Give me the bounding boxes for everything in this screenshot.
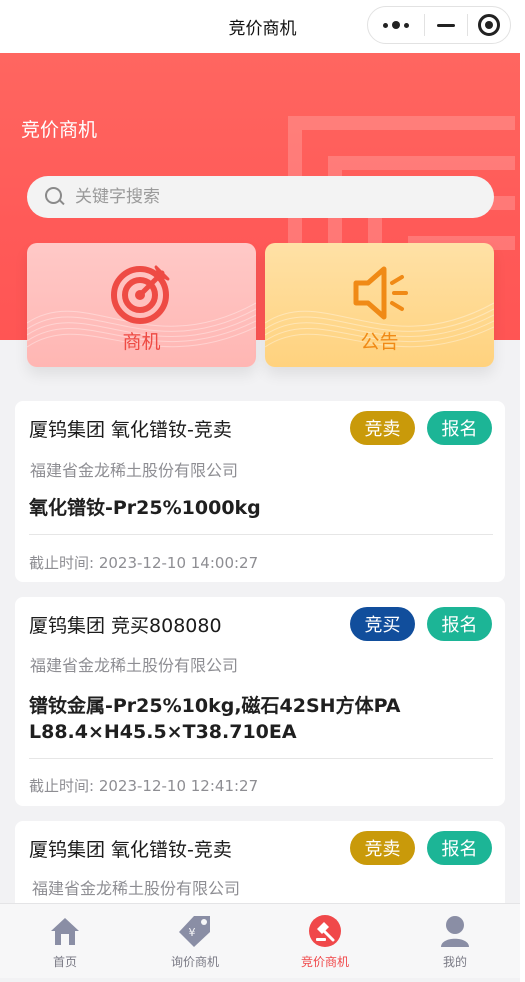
search-bar[interactable] (27, 176, 494, 218)
listing-card[interactable]: 厦钨集团 竞买808080 竞买 报名 福建省金龙稀土股份有限公司 镨钕金属-P… (15, 597, 505, 806)
deadline-text: 截止时间: 2023-12-10 12:41:27 (29, 777, 259, 795)
tab-label: 我的 (442, 955, 467, 969)
home-icon (48, 914, 82, 948)
hero-title: 竞价商机 (21, 119, 98, 141)
bottom-tab-bar: 首页 ¥ 询价商机 竞价商机 我的 (0, 903, 520, 978)
listing-title: 厦钨集团 竞买808080 (29, 615, 222, 637)
signup-button[interactable]: 报名 (427, 607, 492, 641)
tab-label: 询价商机 (170, 955, 219, 969)
category-announcements[interactable]: 公告 (265, 243, 494, 367)
minimize-button[interactable] (425, 7, 467, 43)
minimize-icon (437, 23, 455, 27)
company-name: 福建省金龙稀土股份有限公司 (30, 461, 239, 480)
mini-program-capsule (367, 6, 511, 44)
listing-title: 厦钨集团 氧化镨钕-竞卖 (29, 419, 232, 441)
screen-edge (520, 0, 525, 982)
svg-text:¥: ¥ (189, 926, 196, 939)
product-name: 氧化镨钕-Pr25%1000kg (29, 497, 261, 519)
tab-inquiry[interactable]: ¥ 询价商机 (130, 904, 260, 978)
tab-home[interactable]: 首页 (0, 904, 130, 978)
auction-icon (308, 914, 342, 948)
listing-card[interactable]: 厦钨集团 氧化镨钕-竞卖 竞卖 报名 福建省金龙稀土股份有限公司 氧化镨钕-Pr… (15, 401, 505, 582)
signup-button[interactable]: 报名 (427, 831, 492, 865)
buy-tag: 竞买 (350, 607, 415, 641)
user-icon (438, 914, 472, 948)
megaphone-icon (353, 266, 408, 320)
search-input[interactable] (75, 187, 455, 207)
top-nav-bar: 竞价商机 (0, 0, 525, 53)
signup-button[interactable]: 报名 (427, 411, 492, 445)
deadline-text: 截止时间: 2023-12-10 14:00:27 (29, 554, 259, 572)
category-opportunities[interactable]: 商机 (27, 243, 256, 367)
divider (29, 534, 493, 535)
company-name: 福建省金龙稀土股份有限公司 (32, 879, 241, 898)
target-arrow-icon (110, 265, 169, 324)
search-icon (45, 187, 65, 207)
category-label: 商机 (122, 331, 161, 353)
tab-mine[interactable]: 我的 (390, 904, 520, 978)
company-name: 福建省金龙稀土股份有限公司 (30, 656, 239, 675)
close-button[interactable] (468, 7, 510, 43)
sell-tag: 竞卖 (350, 831, 415, 865)
tab-label: 首页 (52, 955, 77, 969)
listing-title: 厦钨集团 氧化镨钕-竞卖 (29, 839, 232, 861)
product-name: 镨钕金属-Pr25%10kg,磁石42SH方体PA L88.4×H45.5×T3… (29, 695, 401, 743)
category-label: 公告 (360, 331, 399, 353)
divider (29, 758, 493, 759)
page-title: 竞价商机 (228, 19, 297, 39)
more-dots-icon (383, 21, 409, 29)
more-button[interactable] (368, 7, 424, 43)
close-circle-icon (478, 14, 500, 36)
sell-tag: 竞卖 (350, 411, 415, 445)
tab-label: 竞价商机 (300, 955, 349, 969)
tab-auction[interactable]: 竞价商机 (260, 904, 390, 978)
price-tag-icon: ¥ (178, 914, 212, 948)
